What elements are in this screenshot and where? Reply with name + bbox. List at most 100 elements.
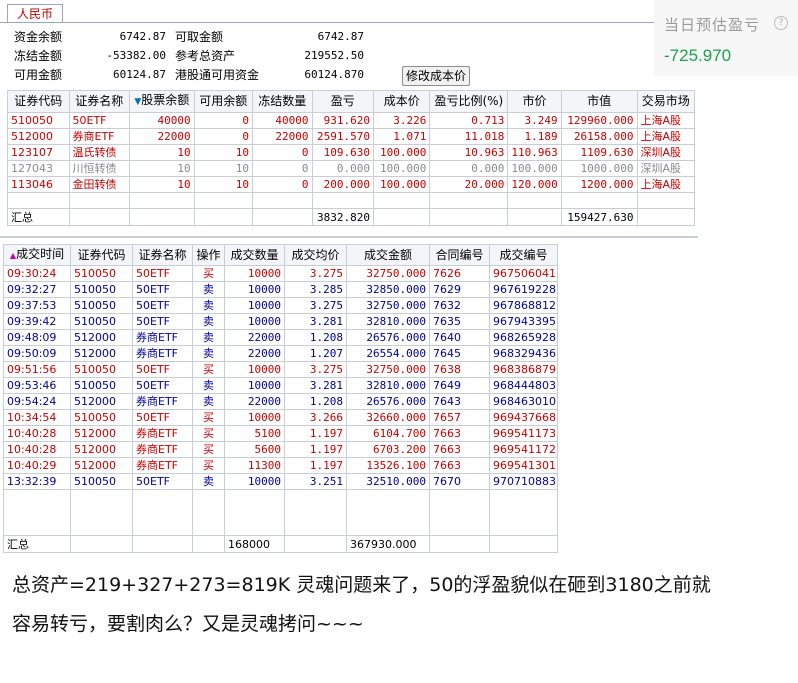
position-cell: 22000 — [129, 128, 195, 145]
trade-cell: 09:53:46 — [3, 377, 71, 394]
trade-cell: 卖 — [192, 377, 225, 394]
trade-cell: 券商ETF — [132, 345, 193, 362]
trade-cell: 10:40:29 — [3, 457, 71, 474]
summary-cell — [373, 208, 431, 226]
col-contract-no[interactable]: 合同编号 — [429, 244, 490, 266]
col-trade-op[interactable]: 操作 — [192, 244, 225, 266]
trade-row[interactable]: 09:39:42 510050 50ETF 卖 10000 3.281 32810.000 7… — [3, 313, 558, 330]
col-price[interactable]: 市价 — [507, 90, 562, 113]
hk-connect-value: 60124.870 — [304, 68, 364, 81]
position-cell: 10 — [193, 160, 254, 177]
trade-row[interactable]: 09:48:09 512000 券商ETF 卖 22000 1.208 26576.000 7… — [3, 329, 558, 346]
position-cell: 120.000 — [507, 176, 562, 193]
trade-row[interactable]: 13:32:39 510050 50ETF 卖 10000 3.251 32510.000 7… — [3, 473, 558, 490]
trade-cell: 968329436 — [489, 345, 558, 362]
tab-divider — [0, 22, 698, 23]
trades-summary-row: 汇总 168000 367930.000 — [3, 535, 558, 553]
position-cell: 26158.000 — [560, 128, 638, 145]
empty-cell — [284, 489, 347, 505]
account-panel: 人民币 资金余额 6742.87 可取金额 6742.87 冻结金额 -5338… — [0, 0, 698, 238]
position-row[interactable]: 113046 金田转债 10 10 0 200.000 100.000 20.000 120.0… — [7, 176, 696, 193]
trade-cell: 7643 — [429, 393, 490, 410]
col-balance[interactable]: ▼股票余额 — [129, 90, 195, 113]
help-icon[interactable]: ? — [774, 16, 788, 30]
trade-cell: 卖 — [192, 345, 225, 362]
empty-cell — [68, 192, 131, 209]
col-trade-qty[interactable]: 成交数量 — [224, 244, 285, 266]
trade-cell: 32750.000 — [346, 265, 430, 282]
position-cell: 10 — [129, 176, 195, 193]
col-market-value[interactable]: 市值 — [560, 90, 638, 113]
position-cell: 川恒转债 — [68, 160, 131, 177]
modify-cost-button[interactable]: 修改成本价 — [402, 66, 470, 86]
position-cell: 100.000 — [373, 176, 431, 193]
trade-cell: 买 — [192, 265, 225, 282]
position-cell: 上海A股 — [636, 176, 696, 193]
col-available[interactable]: 可用余额 — [193, 90, 254, 113]
position-row[interactable]: 123107 温氏转债 10 10 0 109.630 100.000 10.963 110.9… — [7, 144, 696, 161]
col-pnl-ratio[interactable]: 盈亏比例(%) — [429, 90, 509, 113]
trade-row[interactable]: 10:34:54 510050 50ETF 买 10000 3.266 32660.000 7… — [3, 409, 558, 426]
trade-cell: 3.275 — [284, 361, 347, 378]
col-frozen[interactable]: 冻结数量 — [252, 90, 313, 113]
trade-row[interactable]: 09:30:24 510050 50ETF 买 10000 3.275 32750.000 7… — [3, 265, 558, 282]
col-trade-time[interactable]: ▲成交时间 — [3, 244, 71, 266]
trade-cell: 969541301 — [489, 457, 558, 474]
trade-cell: 50ETF — [132, 265, 193, 282]
trade-cell: 13:32:39 — [3, 473, 71, 490]
summary-cell: 3832.820 — [311, 208, 375, 226]
col-trade-no[interactable]: 成交编号 — [489, 244, 558, 266]
col-trade-avg[interactable]: 成交均价 — [284, 244, 347, 266]
trade-row[interactable]: 09:50:09 512000 券商ETF 卖 22000 1.207 26554.000 7… — [3, 345, 558, 362]
position-row[interactable]: 510050 50ETF 40000 0 40000 931.620 3.226 0.713 3… — [7, 112, 696, 129]
trade-cell: 1.208 — [284, 329, 347, 346]
empty-cell — [192, 489, 225, 505]
col-cost[interactable]: 成本价 — [373, 90, 431, 113]
frozen-label: 冻结金额 — [14, 49, 63, 63]
tab-rmb[interactable]: 人民币 — [7, 4, 63, 23]
col-trade-amount[interactable]: 成交金额 — [346, 244, 430, 266]
position-row[interactable]: 512000 券商ETF 22000 0 22000 2591.570 1.071 11.01… — [7, 128, 696, 145]
total-assets-label: 参考总资产 — [175, 49, 236, 63]
position-row[interactable]: 127043 川恒转债 10 10 0 0.000 100.000 0.000 100.000 1… — [7, 160, 696, 177]
blank-row — [3, 489, 558, 505]
trade-cell: 7663 — [429, 457, 490, 474]
trade-row[interactable]: 09:53:46 510050 50ETF 卖 10000 3.281 32810.000 7… — [3, 377, 558, 394]
trade-cell: 10000 — [224, 281, 285, 298]
trade-cell: 22000 — [224, 345, 285, 362]
trade-cell: 7670 — [429, 473, 490, 490]
trade-row[interactable]: 09:51:56 510050 50ETF 买 10000 3.275 32750.000 7… — [3, 361, 558, 378]
col-name[interactable]: 证券名称 — [68, 90, 131, 113]
col-trade-name[interactable]: 证券名称 — [132, 244, 193, 266]
trade-cell: 10:40:28 — [3, 425, 71, 442]
trade-cell: 510050 — [70, 377, 133, 394]
trade-row[interactable]: 10:40:28 512000 券商ETF 买 5100 1.197 6104.700 766… — [3, 425, 558, 442]
total-assets-value: 219552.50 — [304, 49, 364, 62]
col-pnl[interactable]: 盈亏 — [311, 90, 375, 113]
trade-row[interactable]: 09:54:24 512000 券商ETF 卖 22000 1.208 26576.000 7… — [3, 393, 558, 410]
trade-cell: 5600 — [224, 441, 285, 458]
trade-cell: 50ETF — [132, 409, 193, 426]
trade-cell: 50ETF — [132, 313, 193, 330]
col-code[interactable]: 证券代码 — [7, 90, 70, 113]
empty-cell — [507, 192, 562, 209]
empty-cell — [346, 489, 430, 505]
trade-row[interactable]: 10:40:28 512000 券商ETF 买 5600 1.197 6703.200 766… — [3, 441, 558, 458]
trade-cell: 11300 — [224, 457, 285, 474]
summary-cell — [132, 535, 193, 553]
trade-row[interactable]: 09:37:53 510050 50ETF 卖 10000 3.275 32750.000 7… — [3, 297, 558, 314]
empty-cell — [132, 505, 193, 520]
trade-cell: 968386879 — [489, 361, 558, 378]
trade-cell: 10000 — [224, 297, 285, 314]
trade-row[interactable]: 09:32:27 510050 50ETF 卖 10000 3.285 32850.000 7… — [3, 281, 558, 298]
trade-cell: 512000 — [70, 345, 133, 362]
trade-cell: 50ETF — [132, 473, 193, 490]
summary-cell: 汇总 — [7, 208, 70, 226]
trade-row[interactable]: 10:40:29 512000 券商ETF 买 11300 1.197 13526.100 7… — [3, 457, 558, 474]
trade-cell: 卖 — [192, 393, 225, 410]
trade-cell: 969437668 — [489, 409, 558, 426]
empty-cell — [192, 505, 225, 520]
col-trade-code[interactable]: 证券代码 — [70, 244, 133, 266]
col-market[interactable]: 交易市场 — [636, 90, 696, 113]
position-cell: 100.000 — [507, 160, 562, 177]
